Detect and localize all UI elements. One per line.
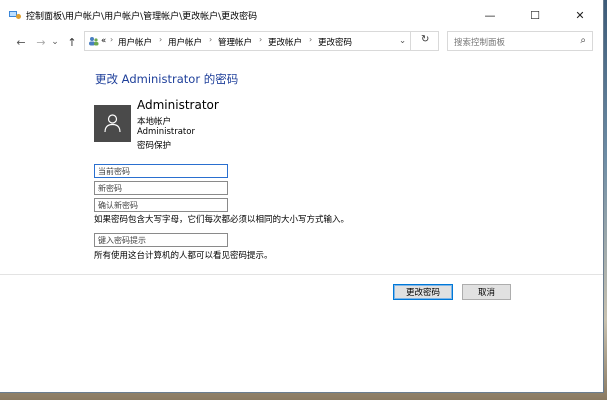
avatar bbox=[94, 105, 131, 142]
breadcrumb-change-password[interactable]: 更改密码 bbox=[318, 36, 352, 48]
cancel-button[interactable]: 取消 bbox=[462, 284, 511, 300]
address-divider bbox=[410, 32, 411, 50]
maximize-button[interactable]: ☐ bbox=[513, 0, 557, 30]
breadcrumb-user-accounts-1[interactable]: 用户帐户 bbox=[118, 36, 152, 48]
cancel-label: 取消 bbox=[477, 288, 495, 298]
user-icon bbox=[104, 114, 121, 133]
close-button[interactable]: ✕ bbox=[558, 0, 602, 30]
account-username: Administrator bbox=[137, 127, 195, 137]
close-icon: ✕ bbox=[575, 8, 585, 22]
confirm-password-field[interactable]: 确认新密码 bbox=[94, 198, 228, 212]
breadcrumb-separator[interactable]: › bbox=[209, 35, 212, 44]
breadcrumb-change-account[interactable]: 更改帐户 bbox=[268, 36, 302, 48]
up-arrow-icon: ↑ bbox=[67, 35, 77, 49]
control-panel-window: 控制面板\用户帐户\用户帐户\管理帐户\更改帐户\更改密码 — ☐ ✕ ← → … bbox=[0, 0, 604, 393]
chevron-down-icon: ⌄ bbox=[51, 37, 59, 47]
recent-locations-button[interactable]: ⌄ bbox=[50, 34, 60, 50]
address-dropdown-icon[interactable]: ⌄ bbox=[399, 36, 406, 46]
breadcrumb-manage-accounts[interactable]: 管理帐户 bbox=[218, 36, 252, 48]
minimize-button[interactable]: — bbox=[468, 0, 512, 30]
title-bar: 控制面板\用户帐户\用户帐户\管理帐户\更改帐户\更改密码 — ☐ ✕ bbox=[0, 0, 603, 30]
change-password-label: 更改密码 bbox=[405, 288, 440, 298]
forward-arrow-icon: → bbox=[36, 35, 46, 49]
account-name: Administrator bbox=[137, 98, 219, 112]
breadcrumb-user-accounts-2[interactable]: 用户帐户 bbox=[168, 36, 202, 48]
password-hint-placeholder: 键入密码提示 bbox=[98, 236, 146, 245]
search-icon[interactable]: ⌕ bbox=[580, 35, 586, 46]
case-sensitivity-note: 如果密码包含大写字母，它们每次都必须以相同的大小写方式输入。 bbox=[94, 215, 350, 225]
account-type: 本地帐户 bbox=[137, 117, 172, 127]
up-button[interactable]: ↑ bbox=[64, 34, 80, 50]
password-status: 密码保护 bbox=[137, 141, 172, 151]
search-box[interactable]: 搜索控制面板 ⌕ bbox=[447, 31, 593, 51]
current-password-field[interactable]: 当前密码 bbox=[94, 164, 228, 178]
back-button[interactable]: ← bbox=[13, 34, 29, 50]
refresh-icon[interactable]: ↻ bbox=[421, 34, 429, 45]
user-accounts-icon bbox=[89, 37, 99, 46]
new-password-field[interactable]: 新密码 bbox=[94, 181, 228, 195]
new-password-placeholder: 新密码 bbox=[98, 184, 122, 193]
minimize-icon: — bbox=[484, 8, 496, 22]
control-panel-icon bbox=[9, 11, 21, 19]
change-password-button[interactable]: 更改密码 bbox=[393, 284, 453, 300]
back-arrow-icon: ← bbox=[16, 35, 26, 49]
breadcrumb-separator[interactable]: › bbox=[309, 35, 312, 44]
breadcrumb-separator[interactable]: › bbox=[110, 35, 113, 44]
password-hint-note: 所有使用这台计算机的人都可以看见密码提示。 bbox=[94, 251, 273, 261]
maximize-icon: ☐ bbox=[530, 8, 540, 22]
window-title: 控制面板\用户帐户\用户帐户\管理帐户\更改帐户\更改密码 bbox=[26, 12, 258, 22]
confirm-password-placeholder: 确认新密码 bbox=[98, 201, 138, 210]
forward-button[interactable]: → bbox=[33, 34, 49, 50]
current-password-placeholder: 当前密码 bbox=[98, 167, 130, 176]
breadcrumb-separator[interactable]: › bbox=[259, 35, 262, 44]
search-input[interactable]: 搜索控制面板 bbox=[454, 36, 505, 48]
footer-divider bbox=[0, 274, 603, 275]
breadcrumb-separator[interactable]: › bbox=[159, 35, 162, 44]
password-hint-field[interactable]: 键入密码提示 bbox=[94, 233, 228, 247]
address-overflow[interactable]: « bbox=[101, 36, 106, 46]
address-bar[interactable]: « › 用户帐户 › 用户帐户 › 管理帐户 › 更改帐户 › 更改密码 ⌄ ↻ bbox=[84, 31, 439, 51]
page-title: 更改 Administrator 的密码 bbox=[95, 72, 239, 86]
